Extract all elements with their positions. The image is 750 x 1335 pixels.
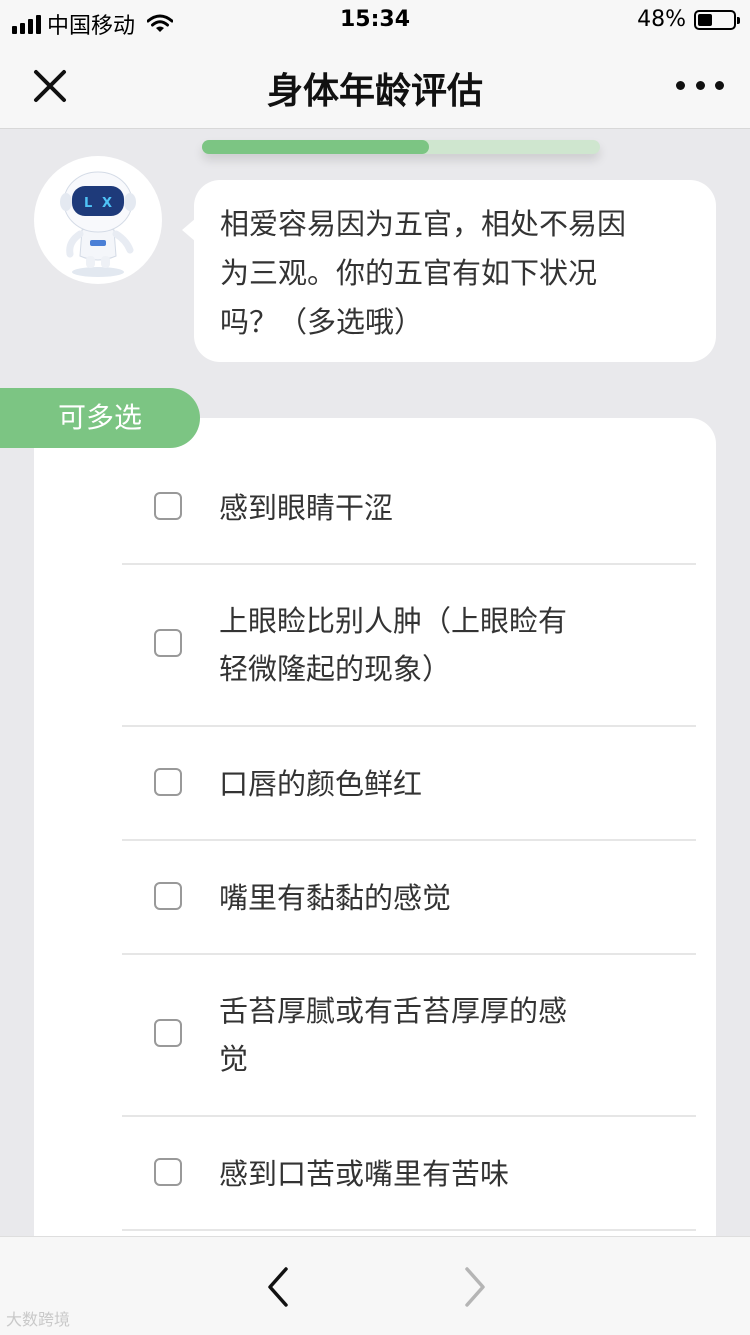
question-bubble: 相爱容易因为五官，相处不易因 为三观。你的五官有如下状况 吗？（多选哦） <box>182 180 716 362</box>
options-card: 感到眼睛干涩 上眼睑比别人肿（上眼睑有 轻微隆起的现象） 口唇的颜色鲜红 嘴里有… <box>34 418 716 1258</box>
status-bar: 中国移动 15:34 48% <box>0 0 750 42</box>
option-label: 感到口苦或嘴里有苦味 <box>219 1157 510 1191</box>
watermark: 大数跨境 <box>6 1310 71 1329</box>
option-bitter-mouth[interactable]: 感到口苦或嘴里有苦味 <box>122 1117 696 1231</box>
option-sticky-mouth[interactable]: 嘴里有黏黏的感觉 <box>122 841 696 955</box>
option-label: 感到眼睛干涩 <box>219 491 394 525</box>
options-list: 感到眼睛干涩 上眼睑比别人肿（上眼睑有 轻微隆起的现象） 口唇的颜色鲜红 嘴里有… <box>122 418 696 1231</box>
nav-bar: 身体年龄评估 <box>0 42 750 129</box>
chevron-right-icon[interactable] <box>455 1263 495 1311</box>
progress-fill <box>202 140 429 154</box>
svg-text:L: L <box>84 196 92 211</box>
more-dot <box>695 80 705 90</box>
battery-icon <box>694 9 740 30</box>
option-dry-eyes[interactable]: 感到眼睛干涩 <box>122 418 696 565</box>
checkbox[interactable] <box>154 1019 182 1047</box>
option-label: 舌苔厚腻或有舌苔厚厚的感 觉 <box>219 994 568 1076</box>
option-label: 口唇的颜色鲜红 <box>219 767 423 801</box>
option-red-lips[interactable]: 口唇的颜色鲜红 <box>122 727 696 841</box>
battery-fill <box>698 13 713 26</box>
checkbox[interactable] <box>154 768 182 796</box>
svg-text:X: X <box>102 196 112 211</box>
robot-avatar: L X <box>34 156 162 284</box>
progress-bar <box>202 140 600 154</box>
robot-icon: L X <box>60 171 136 277</box>
chevron-left-icon[interactable] <box>258 1263 298 1311</box>
more-icon[interactable] <box>676 70 724 100</box>
option-thick-tongue-coating[interactable]: 舌苔厚腻或有舌苔厚厚的感 觉 <box>122 955 696 1117</box>
more-dot <box>715 80 724 90</box>
checkbox[interactable] <box>154 492 182 520</box>
more-dot <box>676 80 685 90</box>
question-line: 吗？（多选哦） <box>220 305 424 339</box>
option-swollen-eyelid[interactable]: 上眼睑比别人肿（上眼睑有 轻微隆起的现象） <box>122 565 696 727</box>
checkbox[interactable] <box>154 882 182 910</box>
question-line: 相爱容易因为五官，相处不易因 <box>220 207 627 241</box>
option-label: 上眼睑比别人肿（上眼睑有 轻微隆起的现象） <box>219 604 568 686</box>
page-title: 身体年龄评估 <box>266 71 483 112</box>
question-line: 为三观。你的五官有如下状况 <box>220 256 598 290</box>
checkbox[interactable] <box>154 629 182 657</box>
battery-percent: 48% <box>637 7 686 32</box>
multi-select-tag: 可多选 <box>0 388 200 448</box>
option-label: 嘴里有黏黏的感觉 <box>219 881 452 915</box>
bottom-nav <box>0 1236 750 1335</box>
status-right: 48% <box>637 7 740 32</box>
checkbox[interactable] <box>154 1158 182 1186</box>
